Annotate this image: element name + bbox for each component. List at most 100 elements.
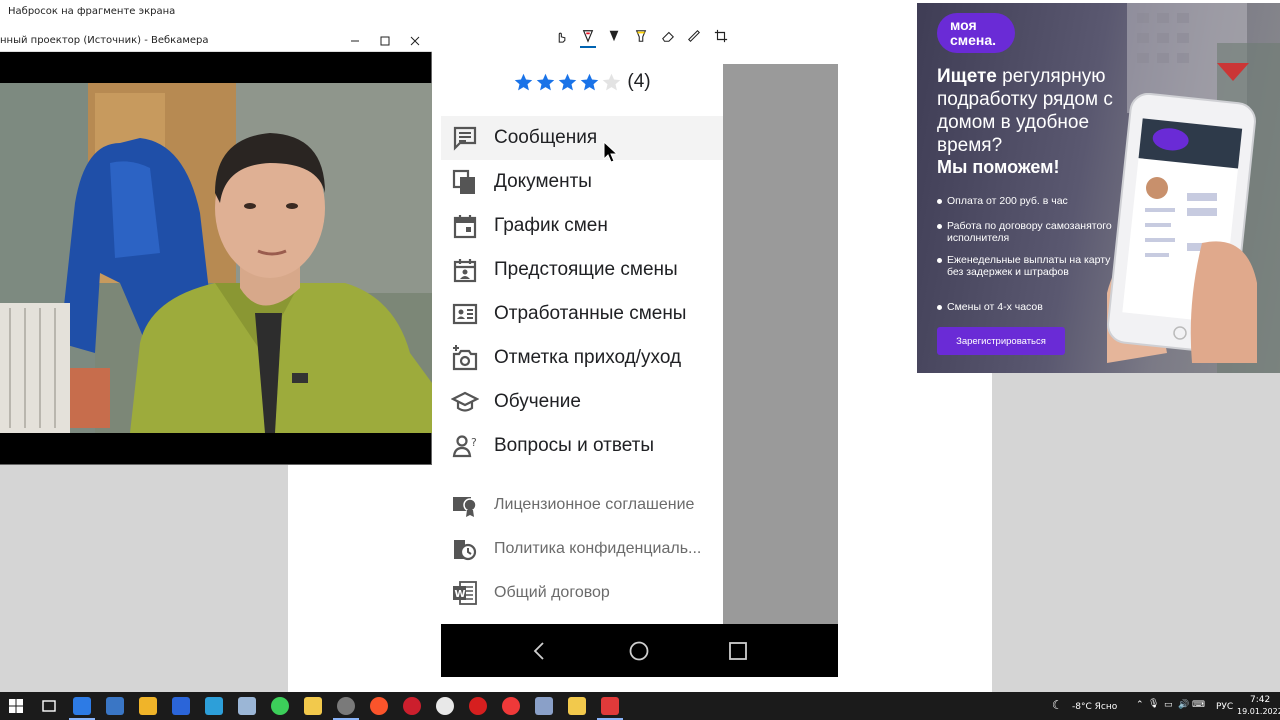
- task-view-icon[interactable]: [40, 697, 58, 715]
- brave-icon[interactable]: [370, 697, 388, 715]
- volume-icon[interactable]: 🔊: [1178, 700, 1189, 710]
- windows-taskbar: ☾ -8°C Ясно ⌃ 🎙 ▭ 🔊 ⌨ РУС 7:42 19.01.202…: [0, 692, 1280, 720]
- word-document-icon: W: [451, 579, 479, 607]
- calendar-app-icon[interactable]: [172, 697, 190, 715]
- upcoming-shift-icon: [451, 256, 479, 284]
- menu-item-id-card[interactable]: Отработанные смены: [441, 292, 723, 336]
- license-badge-icon: [451, 491, 479, 519]
- notepad-icon[interactable]: [238, 697, 256, 715]
- ad-bullet: Смены от 4-х часов: [937, 301, 1112, 313]
- menu-item-person-question[interactable]: ? Вопросы и ответы: [441, 424, 723, 468]
- menu-item-label: Лицензионное соглашение: [494, 496, 695, 513]
- star-filled-icon: [537, 73, 555, 90]
- crop-icon[interactable]: [710, 26, 732, 46]
- keyboard-icon[interactable]: ⌨: [1192, 700, 1205, 710]
- documents-icon: [451, 168, 479, 196]
- ad-cta-text: Мы поможем!: [937, 157, 1060, 177]
- menu-item-label: Вопросы и ответы: [494, 435, 655, 456]
- webcam-video-feed: [0, 83, 432, 433]
- menu-item-message[interactable]: Сообщения: [441, 116, 723, 160]
- obs-icon[interactable]: [333, 697, 359, 720]
- webcam-projector-window[interactable]: нный проектор (Источник) - Вебкамера: [0, 30, 432, 465]
- ballpoint-pen-icon[interactable]: [577, 26, 599, 48]
- yandex-icon[interactable]: [436, 697, 454, 715]
- home-icon[interactable]: [626, 638, 652, 664]
- eraser-icon[interactable]: [657, 26, 679, 46]
- menu-item-graduation-cap[interactable]: Обучение: [441, 380, 723, 424]
- menu-item-license-badge[interactable]: Лицензионное соглашение: [441, 483, 723, 527]
- star-empty-icon: [603, 73, 621, 90]
- phone-side-area: [723, 64, 838, 624]
- maximize-icon[interactable]: [377, 33, 393, 49]
- ad-phone-image: [1107, 93, 1257, 363]
- menu-item-calendar[interactable]: График смен: [441, 204, 723, 248]
- red-circle-icon[interactable]: [469, 697, 487, 715]
- rating: (4): [441, 64, 723, 100]
- start-icon[interactable]: [7, 697, 25, 715]
- menu-item-add-photo[interactable]: Отметка приход/уход: [441, 336, 723, 380]
- register-button[interactable]: Зарегистрироваться: [937, 327, 1065, 355]
- menu-item-word-document[interactable]: W Общий договор: [441, 571, 723, 615]
- star-filled-icon: [581, 73, 599, 90]
- recents-icon[interactable]: [725, 638, 751, 664]
- moon-icon: ☾: [1052, 698, 1063, 712]
- menu-item-label: Политика конфиденциаль...: [494, 540, 702, 557]
- menu-item-documents[interactable]: Документы: [441, 160, 723, 204]
- ad-banner[interactable]: моя смена. Ищете регулярную подработку р…: [917, 3, 1280, 373]
- rating-count: (4): [627, 71, 651, 92]
- ruler-icon[interactable]: [683, 26, 705, 46]
- menu-item-label: Сообщения: [494, 127, 598, 148]
- webcam-person-image: [0, 83, 432, 433]
- menu-item-label: Обучение: [494, 391, 581, 412]
- calendar-icon: [451, 212, 479, 240]
- message-icon: [451, 124, 479, 152]
- green-app-icon[interactable]: [271, 697, 289, 715]
- paint-icon[interactable]: [597, 697, 623, 720]
- clock-time[interactable]: 7:42: [1250, 695, 1270, 705]
- ad-bullet: Работа по договору самозанятого исполнит…: [937, 220, 1112, 244]
- android-navbar: [441, 624, 838, 677]
- snip-sketch-icon[interactable]: [69, 697, 95, 720]
- star-filled-icon: [559, 73, 577, 90]
- webcam-window-title: нный проектор (Источник) - Вебкамера: [0, 35, 209, 46]
- ad-bullet: Оплата от 200 руб. в час: [937, 195, 1112, 207]
- person-question-icon: ?: [451, 432, 479, 460]
- phone-app-screen: (4) Сообщения Документы График смен Предсто…: [441, 64, 723, 624]
- opera-icon[interactable]: [403, 697, 421, 715]
- menu-item-label: Отметка приход/уход: [494, 347, 682, 368]
- menu-item-privacy-clock[interactable]: Политика конфиденциаль...: [441, 527, 723, 571]
- camera-icon[interactable]: [535, 697, 553, 715]
- microphone-icon[interactable]: 🎙: [1148, 699, 1159, 709]
- chevron-up-icon[interactable]: ⌃: [1136, 700, 1144, 710]
- network-icon[interactable]: ▭: [1164, 700, 1173, 710]
- calculator-icon[interactable]: [106, 697, 124, 715]
- privacy-clock-icon: [451, 535, 479, 563]
- graduation-cap-icon: [450, 388, 480, 416]
- back-icon[interactable]: [527, 638, 553, 664]
- photos-icon[interactable]: [205, 697, 223, 715]
- menu-item-label: Документы: [494, 171, 592, 192]
- language-indicator[interactable]: РУС: [1216, 702, 1233, 712]
- ad-headline-bold: Ищете: [937, 66, 997, 87]
- close-icon[interactable]: [407, 33, 423, 49]
- touch-writing-icon[interactable]: [550, 26, 572, 46]
- menu-item-label: Отработанные смены: [494, 303, 687, 324]
- clock-date[interactable]: 19.01.2022: [1237, 707, 1280, 716]
- vivaldi-icon[interactable]: [502, 697, 520, 715]
- explorer-icon[interactable]: [139, 697, 157, 715]
- add-photo-icon: [451, 344, 479, 372]
- folder-icon[interactable]: [304, 697, 322, 715]
- minimize-icon[interactable]: [347, 33, 363, 49]
- menu-item-upcoming-shift[interactable]: Предстоящие смены: [441, 248, 723, 292]
- ad-logo: моя смена.: [937, 13, 1015, 53]
- star-app-icon[interactable]: [568, 697, 586, 715]
- highlighter-icon[interactable]: [630, 26, 652, 46]
- weather-label[interactable]: -8°C Ясно: [1072, 702, 1117, 712]
- svg-text:?: ?: [471, 436, 477, 449]
- svg-text:W: W: [455, 589, 466, 600]
- menu-item-label: Предстоящие смены: [494, 259, 678, 280]
- sketch-toolbar: [540, 24, 740, 48]
- webcam-window-titlebar[interactable]: нный проектор (Источник) - Вебкамера: [0, 30, 432, 52]
- pencil-icon[interactable]: [603, 26, 625, 46]
- menu-item-label: Общий договор: [494, 584, 610, 601]
